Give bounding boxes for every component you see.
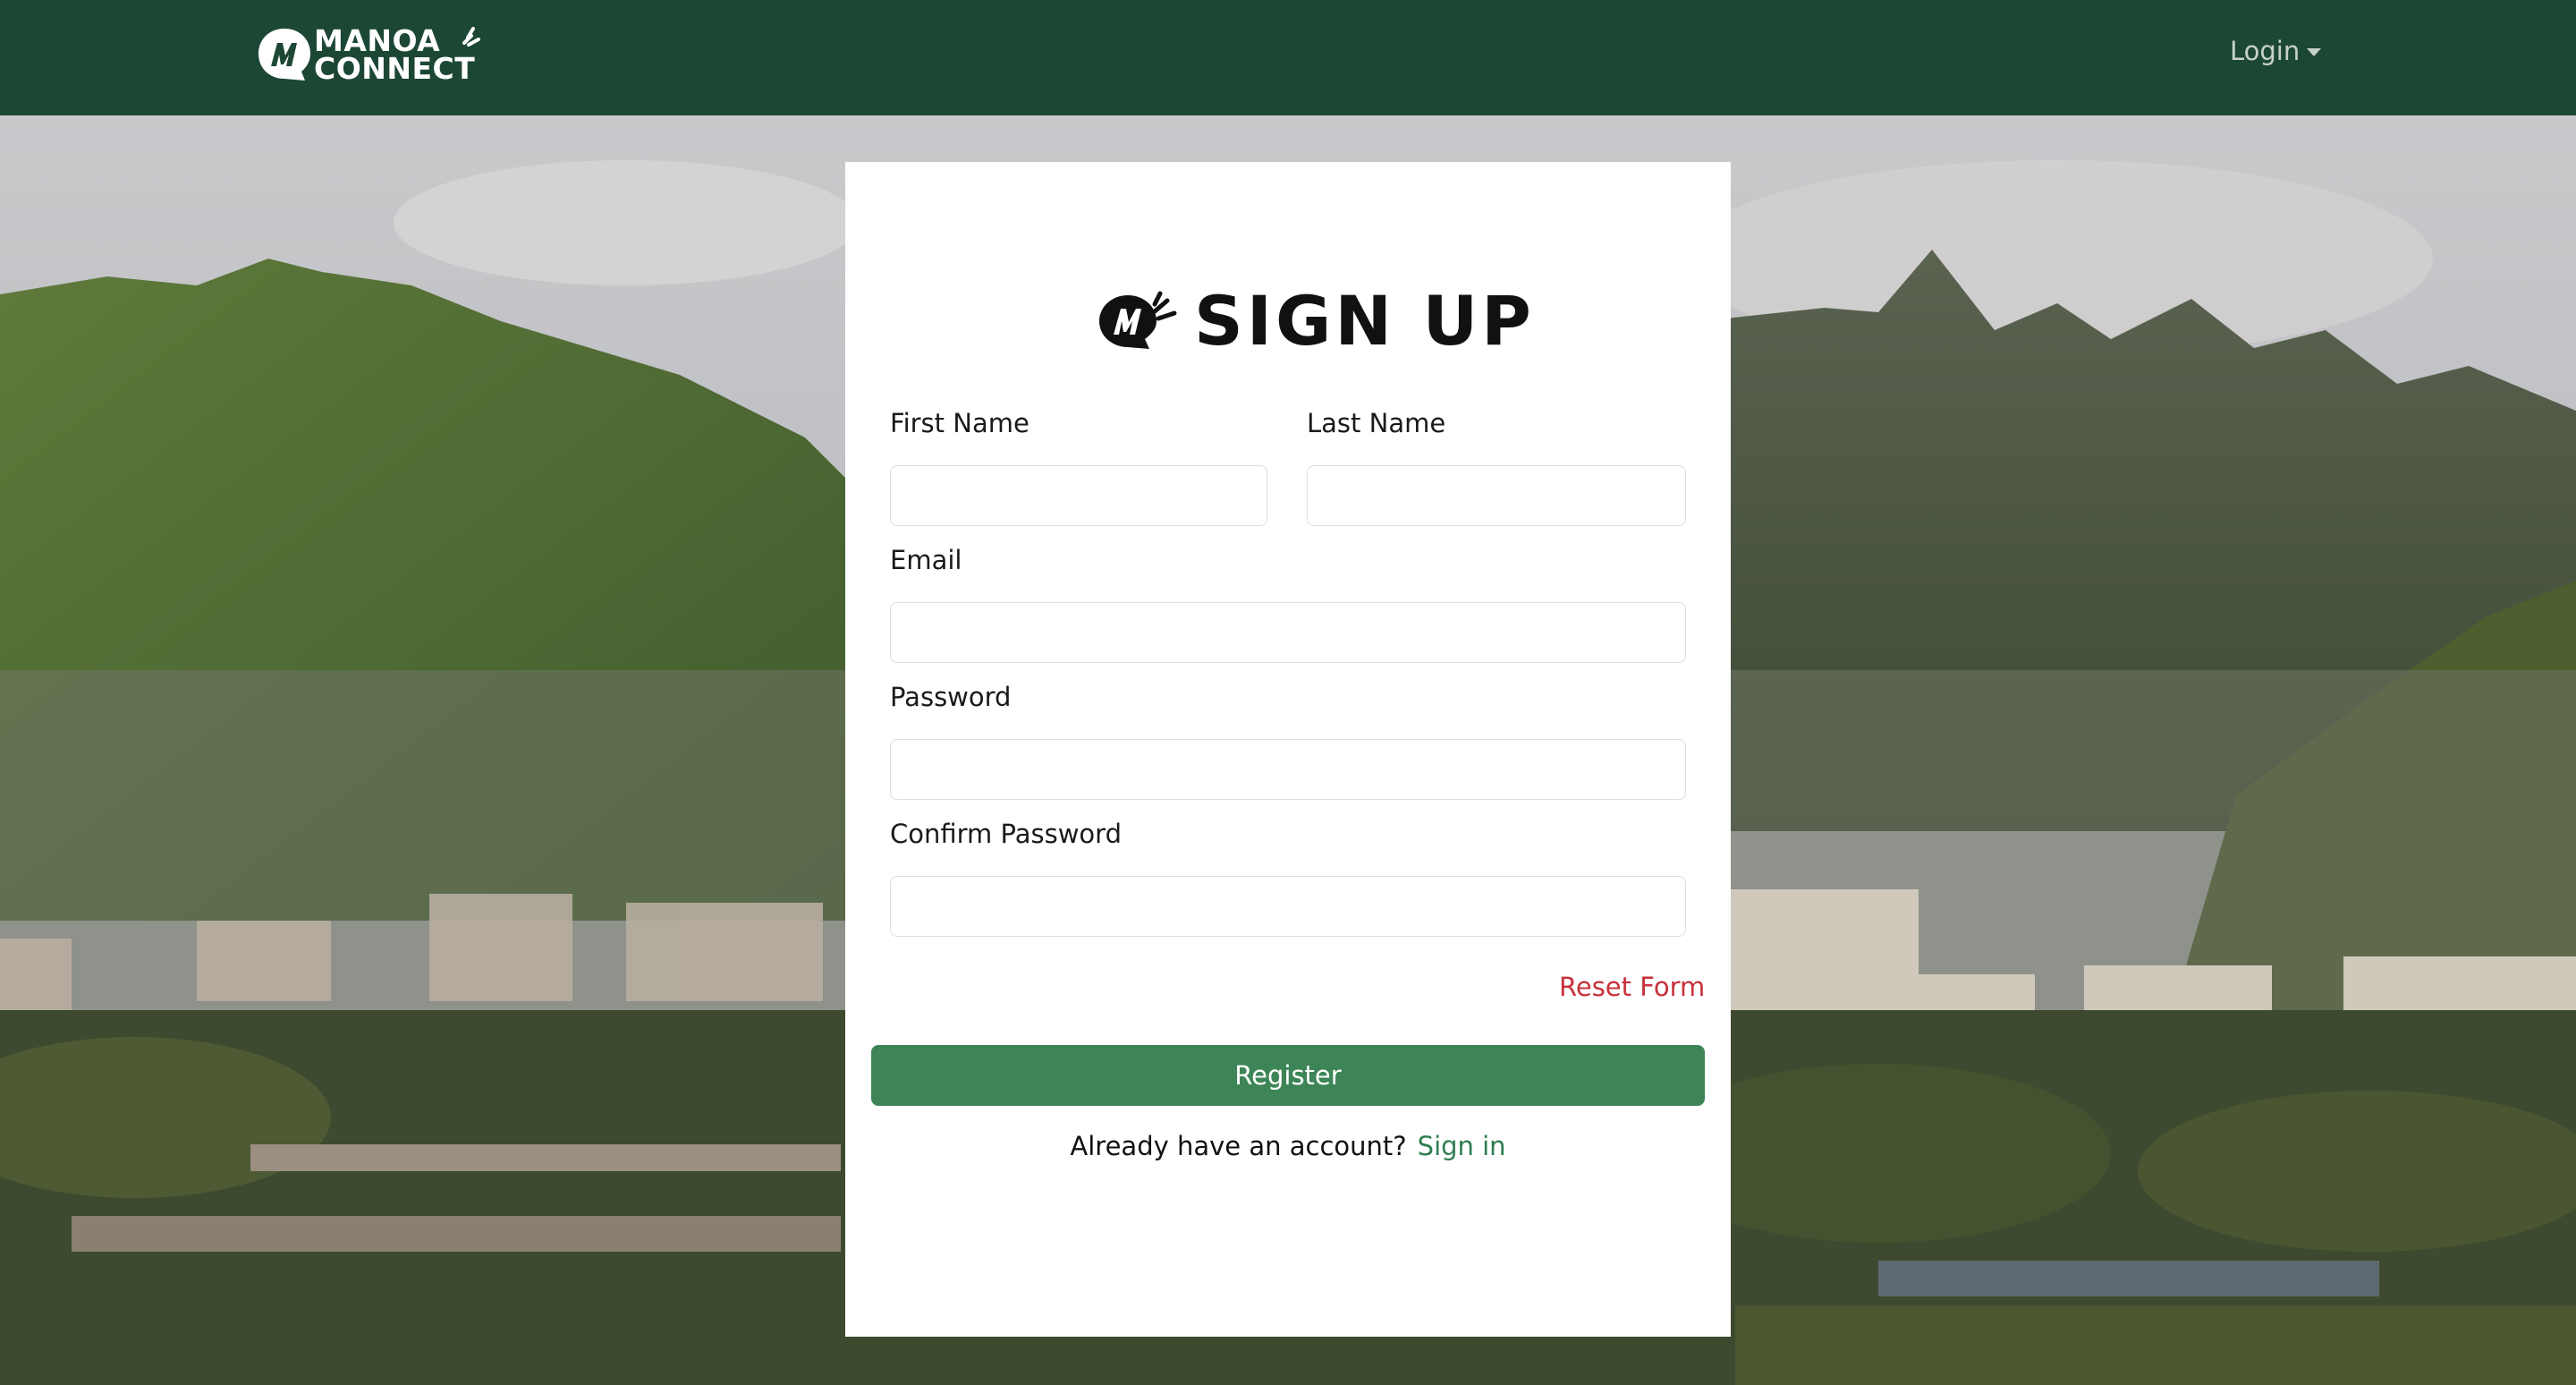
email-input[interactable] [890,602,1686,663]
password-label: Password [890,682,1012,712]
first-name-input[interactable] [890,465,1267,526]
signup-title: SIGN UP [1194,281,1535,361]
email-group: Email [890,545,1686,663]
signup-heading: SIGN UP [1096,287,1535,355]
signup-card: SIGN UP First Name Last Name Email Passw… [845,162,1731,1337]
confirm-password-label: Confirm Password [890,819,1122,849]
password-group: Password [890,682,1686,800]
caret-down-icon [2307,47,2322,56]
confirm-password-group: Confirm Password [890,819,1686,937]
speech-bubble-logo-icon [1099,291,1177,349]
last-name-input[interactable] [1307,465,1686,526]
logo-wordmark: MANOA CONNECT [314,25,476,86]
password-input[interactable] [890,739,1686,800]
login-dropdown-label: Login [2230,36,2301,66]
logo-line-connect: CONNECT [314,51,476,86]
top-navbar: MANOA CONNECT Login [0,0,2576,115]
register-button[interactable]: Register [871,1045,1705,1106]
account-prompt-text: Already have an account? [1070,1131,1407,1161]
signin-prompt: Already have an account? Sign in [845,1131,1731,1161]
first-name-group: First Name [890,408,1267,526]
logo-spark-icon [462,27,480,47]
confirm-password-input[interactable] [890,876,1686,937]
manoa-connect-logo-icon [258,29,310,81]
manoa-connect-logo[interactable]: MANOA CONNECT [255,25,480,86]
last-name-group: Last Name [1307,408,1686,526]
last-name-label: Last Name [1307,408,1446,438]
reset-form-button[interactable]: Reset Form [1559,972,1705,1002]
first-name-label: First Name [890,408,1030,438]
login-dropdown[interactable]: Login [2230,36,2322,66]
sign-in-link[interactable]: Sign in [1418,1131,1506,1161]
email-label: Email [890,545,962,575]
